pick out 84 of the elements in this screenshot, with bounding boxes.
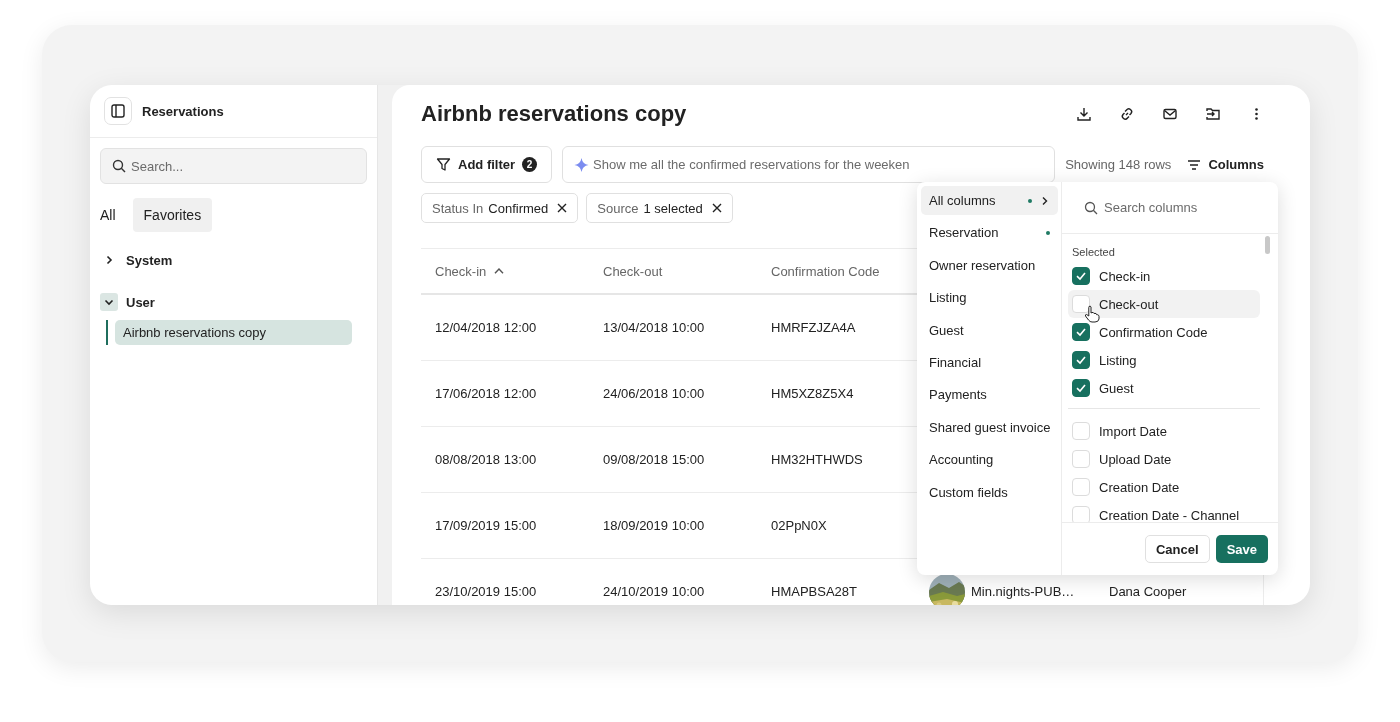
sidebar-icon [111, 104, 125, 118]
column-group-item[interactable]: Custom fields [921, 477, 1058, 507]
tree-item[interactable]: User [100, 288, 155, 316]
mail-icon [1162, 106, 1178, 122]
page-title: Airbnb reservations copy [421, 101, 687, 127]
close-icon[interactable] [557, 203, 568, 213]
checkbox[interactable] [1072, 267, 1090, 285]
checkbox[interactable] [1072, 323, 1090, 341]
search-icon [112, 159, 126, 173]
scrollbar-thumb[interactable] [1265, 236, 1270, 254]
table-cell-text: 17/09/2019 15:00 [434, 518, 538, 533]
sparkle-icon [574, 157, 590, 172]
tab[interactable]: Favorites [132, 198, 213, 232]
download-icon [1076, 106, 1092, 122]
tree-item[interactable]: Airbnb reservations copy [115, 320, 352, 345]
close-icon[interactable] [711, 203, 722, 213]
filter-icon [436, 157, 451, 172]
check-icon [1075, 382, 1087, 394]
add-filter-button[interactable]: Add filter 2 [421, 146, 553, 183]
more-icon [1254, 108, 1258, 120]
table-cell-text: 23/10/2019 15:00 [434, 584, 538, 599]
column-group-item[interactable]: Owner reservation [921, 250, 1058, 280]
table-cell-text: 18/09/2019 10:00 [602, 518, 706, 533]
filter-chip[interactable]: Source 1 selected [586, 193, 733, 223]
ai-search-field[interactable]: Show me all the confirmed reservations for the weeken [562, 146, 1056, 183]
table-cell-text: 08/08/2018 13:00 [434, 452, 538, 467]
column-option[interactable]: Check-in [1068, 262, 1260, 290]
chip-label: Status In [432, 200, 484, 216]
table-cell-text: 24/06/2018 10:00 [602, 386, 706, 401]
column-header[interactable]: Check-out [589, 263, 757, 279]
table-cell-text: 13/04/2018 10:00 [602, 320, 706, 335]
count-badge: 2 [522, 157, 538, 172]
sidebar-toggle-button[interactable] [104, 97, 132, 125]
tree-item[interactable]: System [100, 246, 173, 274]
table-cell-text: 12/04/2018 12:00 [434, 320, 538, 335]
search-columns-field[interactable]: Search columns [1062, 182, 1278, 233]
link-icon [1119, 106, 1135, 122]
section-heading: Selected [1071, 245, 1116, 260]
columns-button[interactable]: Columns [1187, 157, 1264, 172]
column-group-item[interactable]: Financial [921, 347, 1058, 377]
table-cell-text: 02PpN0X [770, 518, 828, 533]
search-icon [1084, 200, 1098, 215]
check-icon [1075, 354, 1087, 366]
column-group-item[interactable]: Payments [921, 380, 1058, 410]
table-cell-text: Dana Cooper [1108, 584, 1188, 599]
column-option[interactable]: Listing [1068, 346, 1260, 374]
column-option[interactable]: Import Date [1068, 417, 1260, 445]
search-field[interactable]: Search... [100, 148, 367, 184]
table-cell-text: HM32HTHWDS [770, 452, 864, 467]
table-cell-text: HMRFZJZA4A [770, 320, 857, 335]
table-cell-text: 09/08/2018 15:00 [602, 452, 706, 467]
checkbox[interactable] [1072, 351, 1090, 369]
table-cell-text: 24/10/2019 10:00 [602, 584, 706, 599]
column-group-item[interactable]: Shared guest invoice [921, 412, 1058, 442]
chip-label: Source [597, 200, 639, 216]
column-group-item[interactable]: All columns [921, 186, 1058, 215]
chip-value: 1 selected [643, 200, 703, 216]
column-group-item[interactable]: Accounting [921, 445, 1058, 475]
column-option[interactable]: Upload Date [1068, 445, 1260, 473]
column-option[interactable]: Guest [1068, 374, 1260, 402]
column-option[interactable]: Creation Date [1068, 473, 1260, 501]
column-header[interactable]: Check-in [421, 263, 589, 279]
check-icon [1075, 270, 1087, 282]
hand-cursor-icon [1084, 305, 1100, 323]
table-cell-text: HMAPBSA28T [770, 584, 858, 599]
checkbox[interactable] [1072, 379, 1090, 397]
column-option[interactable]: Creation Date - Channel [1068, 501, 1260, 522]
column-option[interactable]: Confirmation Code [1068, 318, 1260, 346]
column-group-item[interactable]: Listing [921, 283, 1058, 313]
column-group-item[interactable]: Reservation [921, 218, 1058, 248]
tab[interactable]: All [100, 198, 127, 232]
check-icon [1075, 326, 1087, 338]
table-cell-text: HM5XZ8Z5X4 [770, 386, 855, 401]
column-group-item[interactable]: Guest [921, 315, 1058, 345]
cancel-button[interactable]: Cancel [1145, 535, 1210, 563]
table-cell-text: 17/06/2018 12:00 [434, 386, 538, 401]
save-button[interactable]: Save [1215, 535, 1268, 563]
sidebar-title: Reservations [142, 103, 224, 119]
folder-arrow-icon [1205, 106, 1221, 122]
row-count: Showing 148 rows [1065, 157, 1172, 172]
chip-value: Confirmed [488, 200, 549, 216]
filter-chip[interactable]: Status In Confirmed [421, 193, 579, 223]
sort-lines-icon [1187, 157, 1202, 172]
listing-name: Min.nights-PUB… [971, 584, 1075, 599]
